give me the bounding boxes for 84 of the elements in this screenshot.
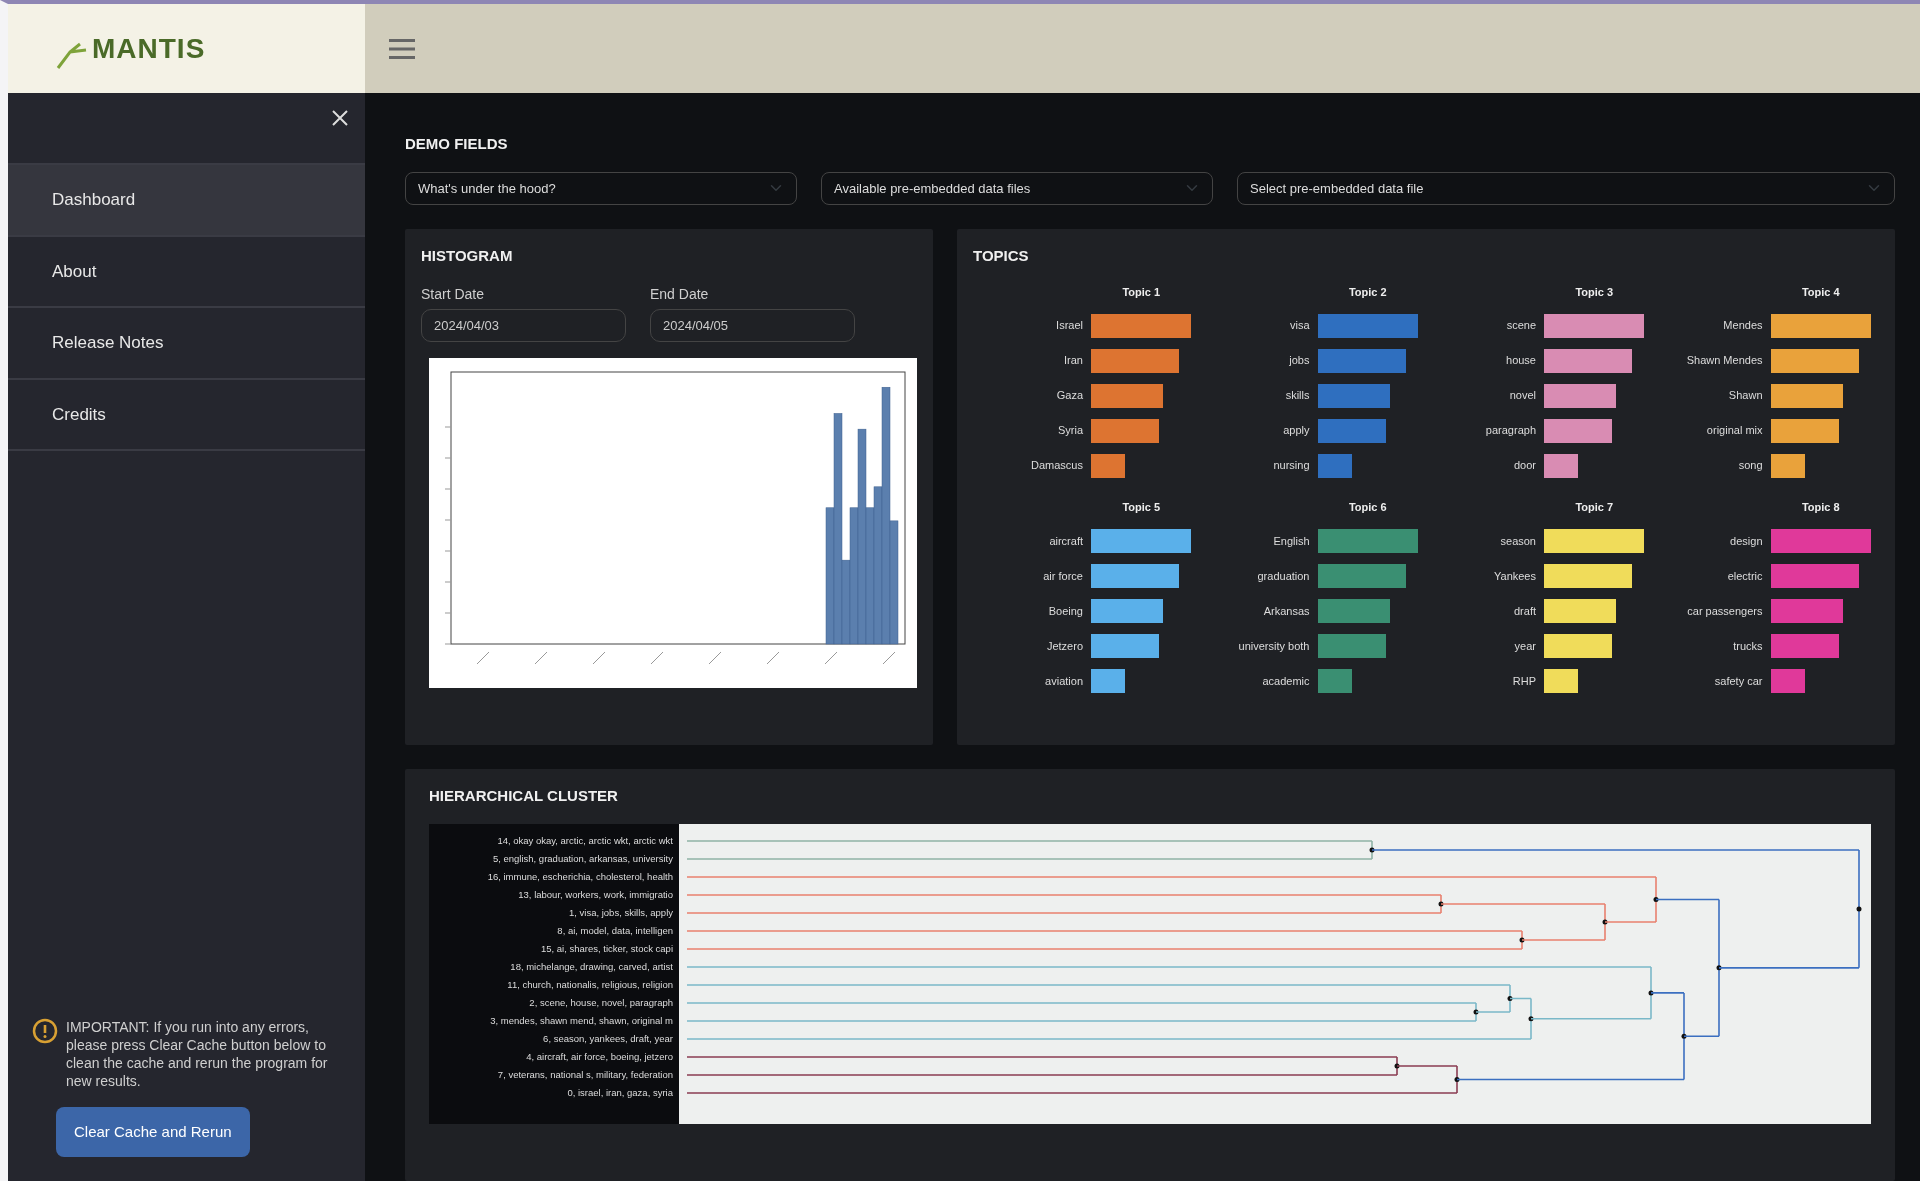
date-input[interactable]: 2024/04/03 [421, 308, 626, 342]
section-title: DEMO FIELDS [405, 134, 509, 154]
bar-label: aviation [1044, 673, 1083, 689]
field-label: End Date [650, 284, 710, 304]
leaf-label: 3, mendes, shawn mend, shawn, original m [489, 1013, 674, 1028]
bar-label: paragraph [1484, 423, 1536, 439]
leaf-label: 1, visa, jobs, skills, apply [568, 905, 674, 920]
leaf-label: 16, immune, escherichia, cholesterol, health [486, 869, 674, 884]
notice-text: IMPORTANT: If you run into any errors, please press Clear Cache button below to clean the cache and rerun the program for new results. [66, 1017, 329, 1091]
section-title: HIERARCHICAL CLUSTER [429, 786, 619, 806]
bar-label: English [1272, 533, 1310, 549]
sidebar-item[interactable]: Credits [8, 379, 365, 451]
leaf-label: 5, english, graduation, arkansas, university [491, 851, 674, 866]
menu-icon[interactable] [389, 37, 415, 60]
bar-label: novel [1508, 388, 1536, 404]
bar-label: aircraft [1048, 533, 1083, 549]
clear-cache-button[interactable]: Clear Cache and Rerun [56, 1106, 250, 1157]
leaf-label: 2, scene, house, novel, paragraph [528, 995, 674, 1010]
bar-label: Shawn [1727, 388, 1763, 404]
bar-label: Jetzero [1045, 638, 1083, 654]
leaf-label: 18, michelange, drawing, carved, artist [509, 959, 674, 974]
bar-label: Shawn Mendes [1685, 353, 1763, 369]
leaf-label: 4, aircraft, air force, boeing, jetzero [525, 1049, 674, 1064]
bar-label: jobs [1288, 353, 1310, 369]
leaf-label: 15, ai, shares, ticker, stock capi [540, 941, 674, 956]
chart-title: Topic 6 [1347, 500, 1388, 515]
bar-label: Yankees [1493, 568, 1536, 584]
logo: MANTIS [92, 31, 206, 66]
field-label: Start Date [421, 284, 486, 304]
section-title: TOPICS [973, 246, 1030, 266]
bar-label: visa [1288, 318, 1310, 334]
chart-title: Topic 1 [1121, 284, 1162, 300]
date-input[interactable]: 2024/04/05 [650, 308, 855, 342]
bar-label: Mendes [1722, 318, 1763, 334]
bar-label: electric [1726, 568, 1763, 584]
chart-title: Topic 7 [1574, 500, 1615, 515]
sidebar-item[interactable]: About [8, 236, 365, 308]
bar-label: design [1729, 533, 1763, 549]
bar-label: door [1512, 458, 1536, 474]
dropdown[interactable]: Select pre-embedded data file [1237, 171, 1895, 205]
bar-label: trucks [1732, 638, 1763, 654]
bar-label: Arkansas [1262, 603, 1310, 619]
section-title: HISTOGRAM [421, 246, 514, 266]
bar-label: car passengers [1686, 603, 1763, 619]
dropdown[interactable]: Available pre-embedded data files [821, 171, 1213, 205]
bar-label: skills [1284, 388, 1310, 404]
bar-label: Iran [1063, 353, 1083, 369]
bar-label: university both [1237, 638, 1310, 654]
bar-label: Boeing [1047, 603, 1083, 619]
bar-label: nursing [1272, 458, 1310, 474]
leaf-label: 14, okay okay, arctic, arctic wkt, arctic wkt [496, 833, 674, 848]
bar-label: Syria [1056, 423, 1083, 439]
leaf-label: 8, ai, model, data, intelligen [556, 923, 674, 938]
leaf-label: 6, season, yankees, draft, year [542, 1031, 674, 1046]
bar-label: air force [1042, 568, 1083, 584]
bar-label: year [1513, 638, 1536, 654]
sidebar-item[interactable]: Release Notes [8, 308, 365, 380]
bar-label: academic [1261, 673, 1310, 689]
bar-label: song [1737, 458, 1763, 474]
chart-title: Topic 5 [1121, 500, 1162, 515]
bar-label: RHP [1511, 673, 1536, 689]
leaf-label: 11, church, nationalis, religious, religion [506, 977, 674, 992]
bar-label: Damascus [1030, 458, 1083, 474]
chart-title: Topic 8 [1800, 500, 1841, 515]
chart-title: Topic 3 [1574, 284, 1615, 300]
bar-label: Gaza [1055, 388, 1083, 404]
bar-label: Israel [1055, 318, 1083, 334]
chart-title: Topic 4 [1800, 284, 1841, 300]
sidebar-item[interactable]: Dashboard [8, 165, 365, 237]
close-icon[interactable] [331, 109, 349, 127]
bar-label: original mix [1705, 423, 1763, 439]
bar-label: graduation [1256, 568, 1310, 584]
leaf-label: 7, veterans, national s, military, federation [496, 1067, 674, 1082]
bar-label: scene [1505, 318, 1536, 334]
bar-label: draft [1513, 603, 1536, 619]
bar-label: season [1499, 533, 1536, 549]
bar-label: house [1505, 353, 1536, 369]
leaf-label: 0, israel, iran, gaza, syria [566, 1085, 674, 1100]
leaf-label: 13, labour, workers, work, immigratio [517, 887, 674, 902]
bar-label: apply [1282, 423, 1310, 439]
chart-title: Topic 2 [1347, 284, 1388, 300]
info-icon [32, 1017, 58, 1044]
dropdown[interactable]: What's under the hood? [405, 171, 797, 205]
bar-label: safety car [1713, 673, 1763, 689]
